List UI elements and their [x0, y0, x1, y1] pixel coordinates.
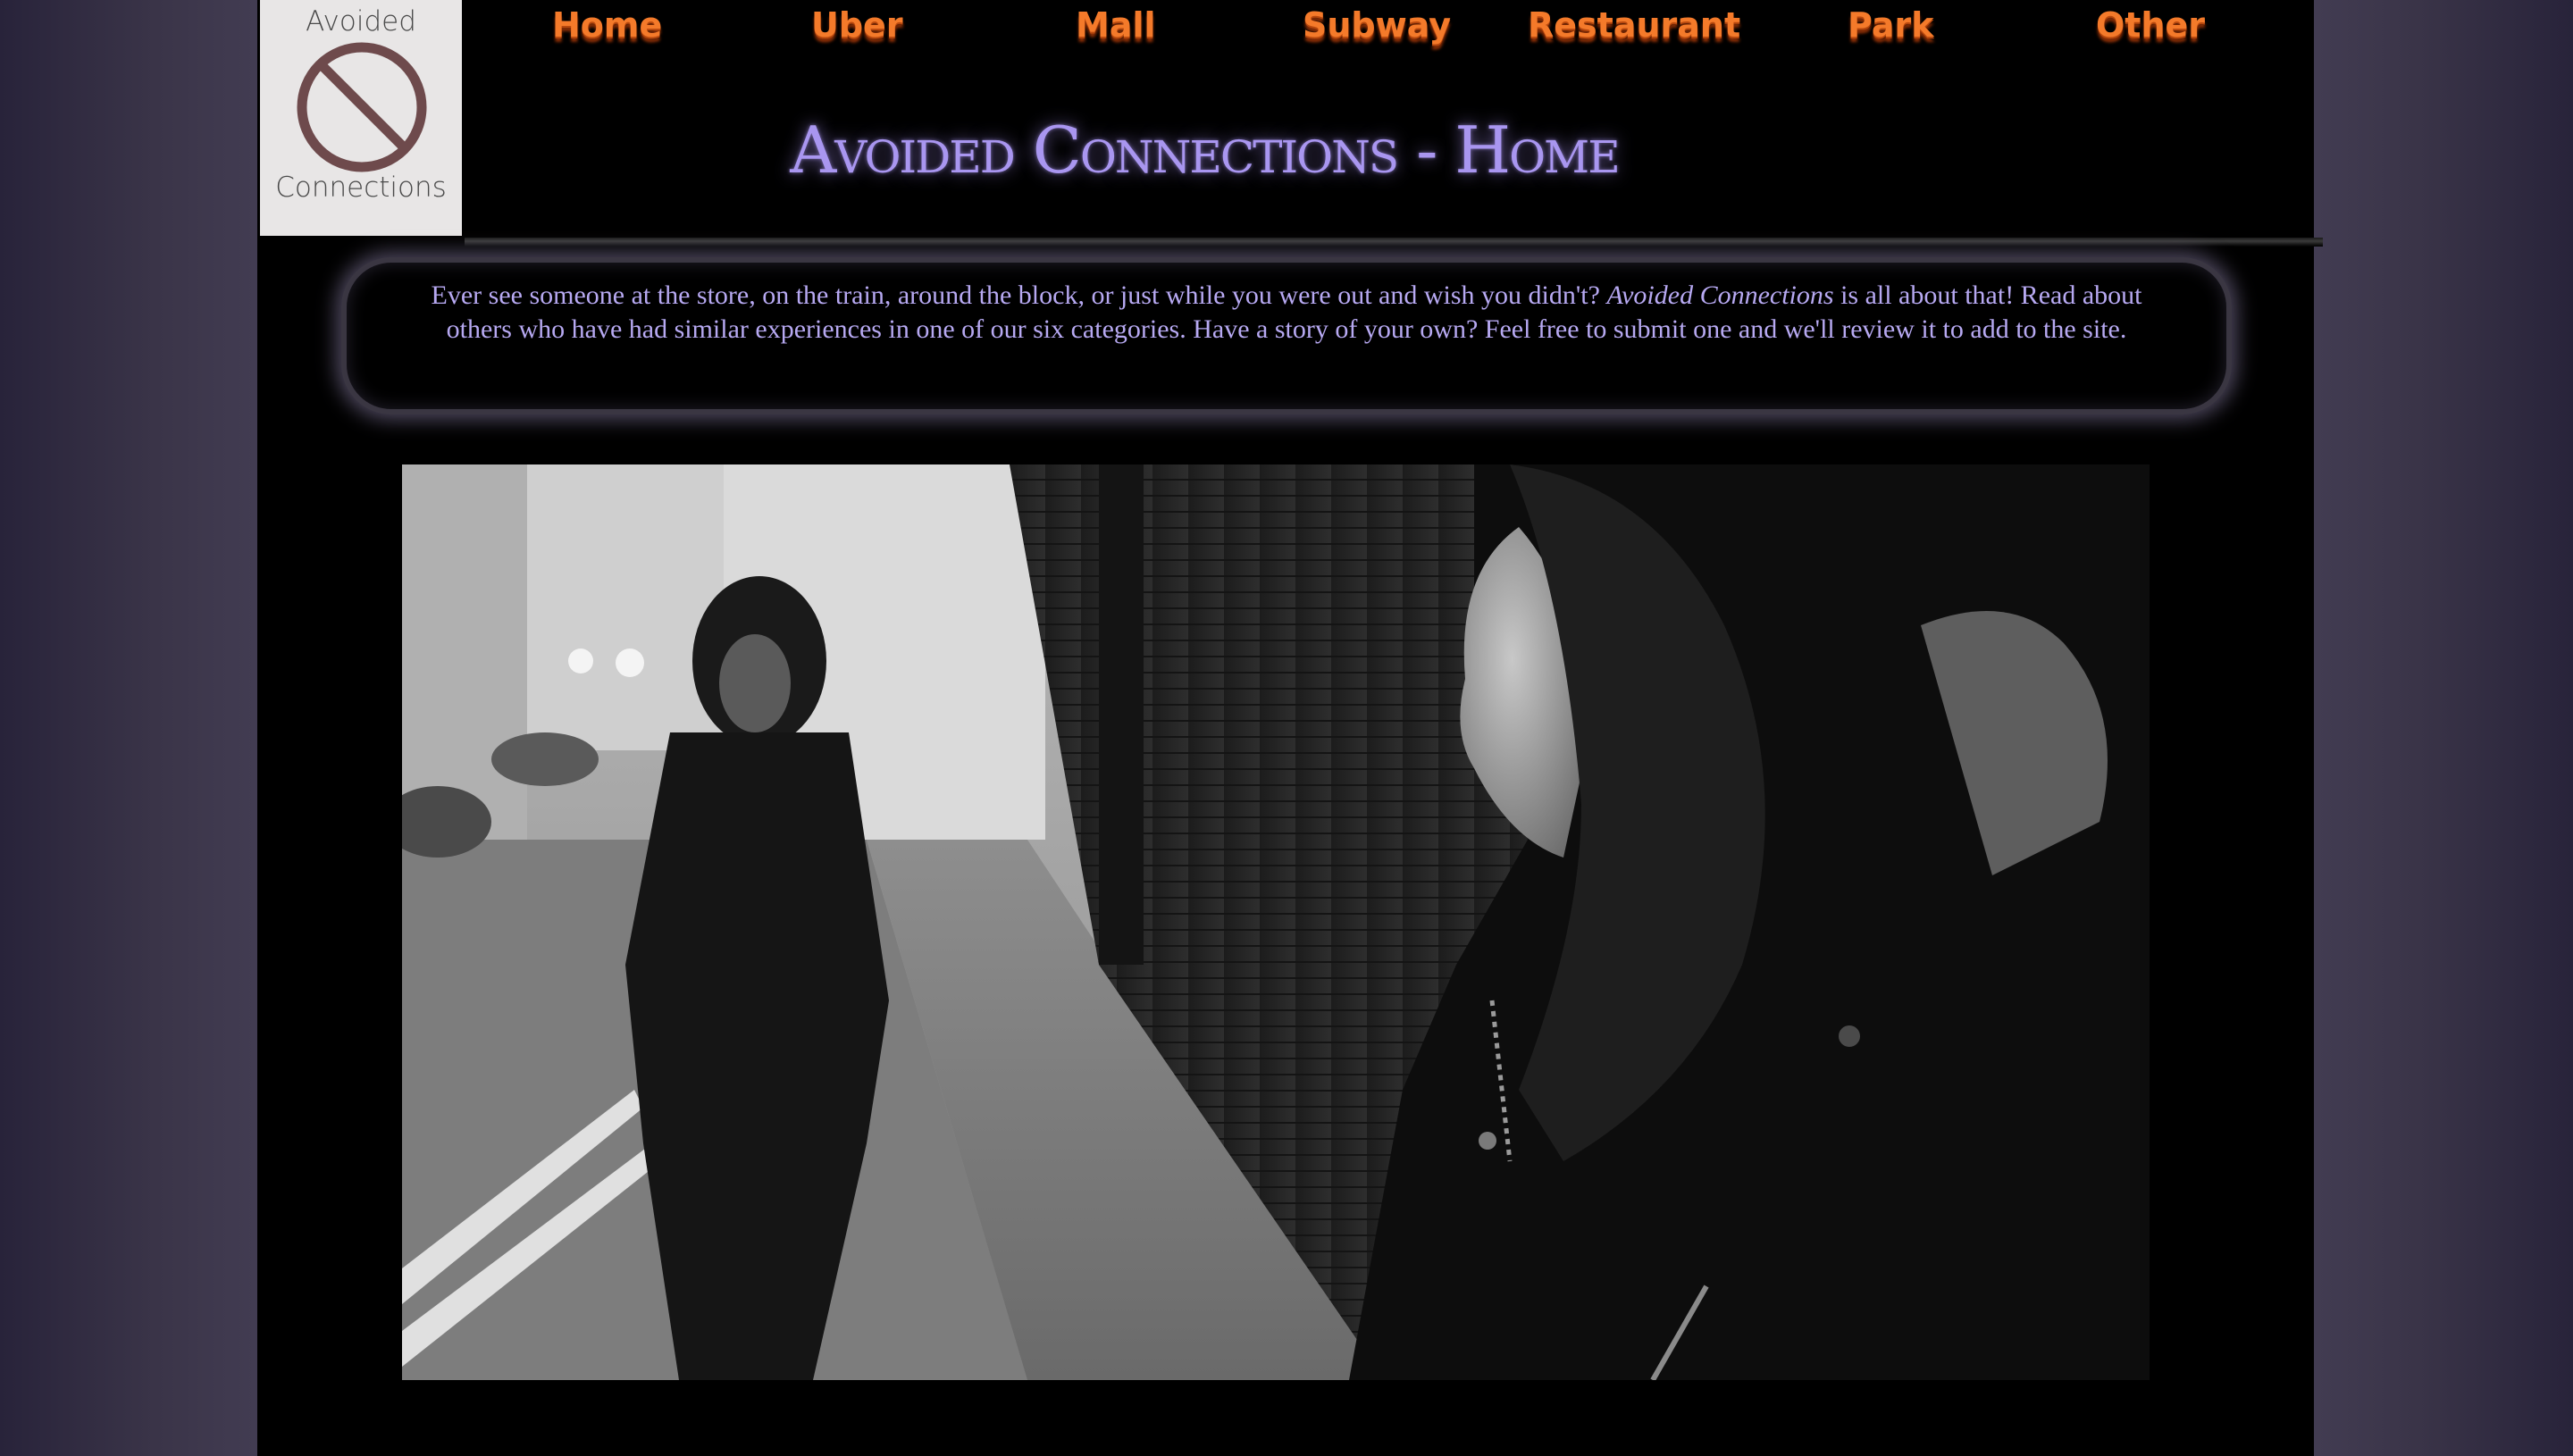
nav-home[interactable]: Home — [552, 5, 662, 45]
nav-other[interactable]: Other — [2096, 5, 2205, 45]
logo-text-top: Avoided — [306, 5, 416, 38]
intro-text-start: Ever see someone at the store, on the tr… — [431, 280, 1607, 310]
page-container: Avoided Connections Home Uber Mall Subwa… — [257, 0, 2323, 1456]
nav-mall[interactable]: Mall — [1076, 5, 1156, 45]
logo-text-bottom: Connections — [275, 172, 447, 204]
nav-uber[interactable]: Uber — [811, 5, 903, 45]
page-title: Avoided Connections - Home — [790, 113, 1621, 188]
hero-photo-illustration — [402, 464, 2150, 1380]
intro-site-name: Avoided Connections — [1606, 280, 1834, 310]
nav-restaurant[interactable]: Restaurant — [1528, 5, 1740, 45]
left-background — [0, 0, 257, 1456]
intro-panel: Ever see someone at the store, on the tr… — [347, 263, 2226, 409]
site-logo[interactable]: Avoided Connections — [260, 0, 462, 236]
nav-park[interactable]: Park — [1848, 5, 1933, 45]
nav-subway[interactable]: Subway — [1303, 5, 1451, 45]
right-background — [2314, 0, 2573, 1456]
main-nav: Home Uber Mall Subway Restaurant Park Ot… — [463, 0, 2314, 63]
hero-photo — [402, 464, 2150, 1380]
prohibited-icon — [297, 42, 427, 172]
header-divider — [465, 238, 2323, 247]
